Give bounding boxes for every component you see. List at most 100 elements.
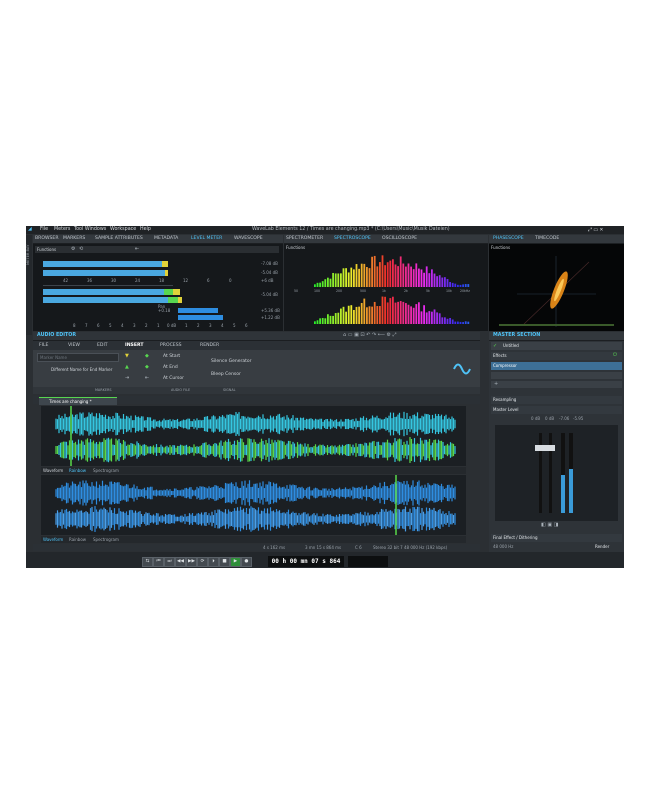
final-effect-row[interactable]: Final Effect / Dithering xyxy=(491,534,622,542)
ribbon-tab-edit[interactable]: EDIT xyxy=(97,343,108,348)
tab-wavescope[interactable]: WAVESCOPE xyxy=(234,236,263,241)
spectrum-bar xyxy=(459,284,462,287)
spectrum-bar xyxy=(332,272,334,287)
waveform-main[interactable] xyxy=(41,475,466,535)
master-footer: 48 000 Hz Render xyxy=(491,543,622,551)
section-label-audio-file: AUDIO FILE xyxy=(171,388,191,392)
record-icon[interactable]: ● xyxy=(241,557,252,567)
play-icon[interactable]: ▶ xyxy=(230,557,241,567)
ribbon-tab-view[interactable]: VIEW xyxy=(68,343,80,348)
fader-handle-left[interactable] xyxy=(535,445,545,451)
tab-sample-attributes[interactable]: SAMPLE ATTRIBUTES xyxy=(95,236,143,241)
wavelab-window: ◢ File Meters Tool Windows Workspace Hel… xyxy=(26,226,624,568)
level-bar-rms-left-yellow xyxy=(173,289,180,295)
spectrum-bar xyxy=(436,276,438,287)
resampling-label: Resampling xyxy=(493,397,517,402)
meter-level-right xyxy=(569,469,573,513)
main-view-modes: Waveform Rainbow Spectrogram xyxy=(41,536,466,543)
rewind-icon[interactable]: ◀◀ xyxy=(175,557,186,567)
menu-help[interactable]: Help xyxy=(140,227,151,232)
tab-metadata[interactable]: METADATA xyxy=(154,236,178,241)
add-icon[interactable]: + xyxy=(494,381,498,387)
pan-readout-db-2: +1.22 dB xyxy=(261,315,280,320)
cycle-icon[interactable]: ⟳ xyxy=(197,557,208,567)
spectrum-bar xyxy=(327,314,329,324)
marker-name-field[interactable]: Marker Name xyxy=(37,353,119,362)
spectrum-bar xyxy=(392,296,394,324)
main-view-mode-spectrogram[interactable]: Spectrogram xyxy=(93,537,119,542)
preset-row[interactable]: ✓ Untitled xyxy=(491,342,622,350)
spectrum-bar xyxy=(446,279,449,287)
spectrum-bar xyxy=(363,298,366,324)
waveform-overview[interactable] xyxy=(41,406,466,466)
resampling-row[interactable]: Resampling xyxy=(491,396,622,404)
pan-scale-label: 4 xyxy=(221,323,224,328)
fader-handle-right[interactable] xyxy=(545,445,555,451)
master-level-values: 0 dB 0 dB -7.06 -5.95 xyxy=(491,415,622,423)
insert-end-icon[interactable]: ◆ xyxy=(145,364,149,370)
spectroscope-functions-menu[interactable]: Functions xyxy=(286,245,305,250)
loop-icon[interactable]: ⇆ xyxy=(142,557,153,567)
marker-icon[interactable]: ▼ xyxy=(125,353,129,359)
ribbon-tab-insert[interactable]: INSERT xyxy=(125,343,143,348)
silence-generator-button[interactable]: Silence Generator xyxy=(211,359,252,364)
scale-label: 12 xyxy=(183,278,189,283)
add-effect-slot[interactable]: + xyxy=(491,381,622,388)
play-from-start-icon[interactable]: ⏵ xyxy=(208,557,219,567)
tab-phasescope[interactable]: PHASESCOPE xyxy=(493,236,524,241)
insert-start-icon[interactable]: ◆ xyxy=(145,353,149,359)
file-tab[interactable]: Times are changing * xyxy=(39,397,117,405)
stop-icon[interactable]: ■ xyxy=(219,557,230,567)
left-tool-tabs: BROWSER MARKERS SAMPLE ATTRIBUTES METADA… xyxy=(33,235,283,244)
ribbon-tab-render[interactable]: RENDER xyxy=(200,343,219,348)
preset-power-icon[interactable]: ✓ xyxy=(493,343,497,349)
tab-level-meter[interactable]: LEVEL METER xyxy=(191,236,222,241)
forward-icon[interactable]: ▶▶ xyxy=(186,557,197,567)
ribbon-tab-file[interactable]: FILE xyxy=(39,343,48,348)
insert-range-icon[interactable]: ⇤ xyxy=(145,375,149,381)
functions-menu[interactable]: Functions xyxy=(37,247,56,252)
insert-at-cursor-button[interactable]: At Cursor xyxy=(163,376,184,381)
end-marker-name-field[interactable]: Different Name for End Marker xyxy=(51,367,112,372)
tab-spectroscope[interactable]: SPECTROSCOPE xyxy=(334,236,371,241)
marker-loop-icon[interactable]: ⇥ xyxy=(125,375,129,381)
tab-markers[interactable]: MARKERS xyxy=(63,236,85,241)
phasescope-functions-menu[interactable]: Functions xyxy=(491,245,510,250)
phasescope-display xyxy=(517,256,596,327)
window-controls-icon[interactable]: ⤢ ▭ ✕ xyxy=(588,227,603,233)
section-label-signal: SIGNAL xyxy=(223,388,236,392)
main-view-mode-rainbow[interactable]: Rainbow xyxy=(69,537,86,542)
menu-meters[interactable]: Meters xyxy=(54,227,70,232)
correlation-meter xyxy=(499,324,614,326)
master-level-header: Master Level xyxy=(491,406,622,414)
freeze-icon[interactable]: ⇤ xyxy=(135,246,139,252)
settings-icon[interactable]: ⚙ xyxy=(71,246,75,252)
effect-slot-empty[interactable] xyxy=(491,372,622,379)
marker-start-icon[interactable]: ▲ xyxy=(125,364,129,370)
menu-workspace[interactable]: Workspace xyxy=(110,227,136,232)
reset-icon[interactable]: ⟲ xyxy=(79,246,83,252)
toolbar-icons[interactable]: ⌂ ▭ ▣ ⊡ ↶ ↷ ⟵ ⚙ ⤢ xyxy=(343,332,397,338)
tab-spectrometer[interactable]: SPECTROMETER xyxy=(286,236,323,241)
time-display[interactable]: 00 h 00 mn 07 s 864 ms xyxy=(268,556,344,567)
bleep-censor-button[interactable]: Bleep Censor xyxy=(211,372,241,377)
tab-oscilloscope[interactable]: OSCILLOSCOPE xyxy=(382,236,417,241)
tab-browser[interactable]: BROWSER xyxy=(35,236,59,241)
view-mode-waveform[interactable]: Waveform xyxy=(43,468,63,473)
menu-tool-windows[interactable]: Tool Windows xyxy=(74,227,106,232)
effects-power-icon[interactable]: ⏻ xyxy=(613,352,617,358)
render-button[interactable]: Render xyxy=(595,544,609,549)
ribbon-tab-process[interactable]: PROCESS xyxy=(160,343,182,348)
frequency-axis: 50 100 200 500 1k 2k 5k 10k 20kHz xyxy=(294,289,474,294)
insert-at-start-button[interactable]: At Start xyxy=(163,354,180,359)
effect-slot-compressor[interactable]: Compressor xyxy=(491,362,622,370)
insert-at-end-button[interactable]: At End xyxy=(163,365,178,370)
menu-file[interactable]: File xyxy=(40,227,48,232)
go-end-icon[interactable]: ⏭ xyxy=(164,557,175,567)
go-start-icon[interactable]: ⏮ xyxy=(153,557,164,567)
main-view-mode-waveform[interactable]: Waveform xyxy=(43,537,63,542)
master-mono-icon[interactable]: ◧ ▣ ◨ xyxy=(541,522,558,528)
tab-timecode[interactable]: TIMECODE xyxy=(535,236,559,241)
view-mode-spectrogram[interactable]: Spectrogram xyxy=(93,468,119,473)
view-mode-rainbow[interactable]: Rainbow xyxy=(69,468,86,473)
